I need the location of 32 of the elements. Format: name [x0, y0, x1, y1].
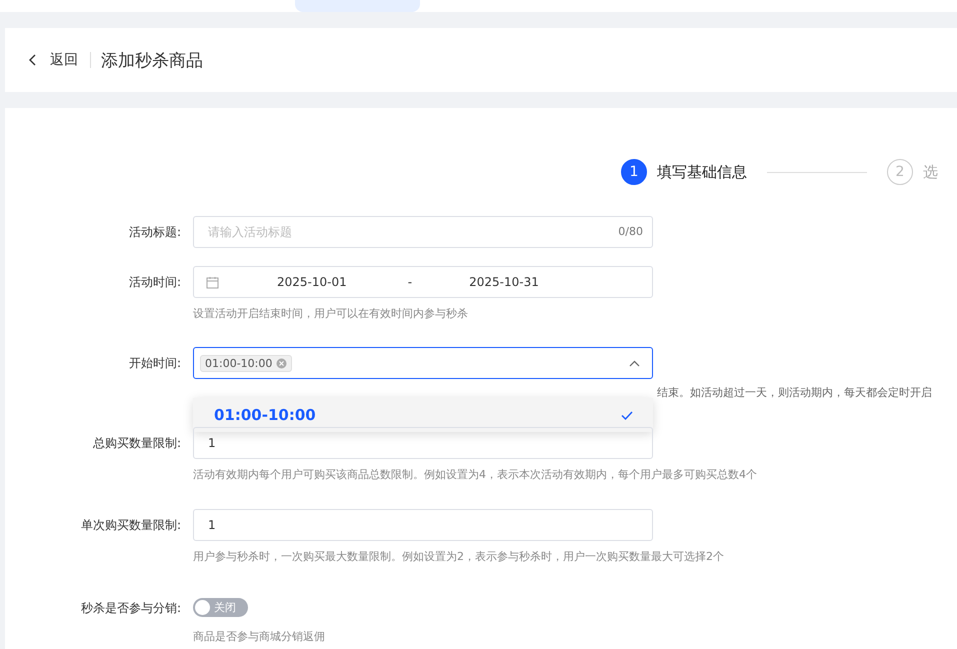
select-field[interactable]: 01:00-10:00 [193, 347, 653, 379]
form-label: 总购买数量限制: [92, 435, 181, 452]
step-label: 选 [923, 162, 938, 182]
close-icon[interactable] [276, 358, 288, 368]
input-field[interactable]: 1 [193, 509, 653, 541]
chevron-left-icon [29, 54, 37, 66]
back-button[interactable]: 返回 [29, 52, 91, 68]
hint-text: 用户参与秒杀时，一次购买最大数量限制。例如设置为2，表示参与秒杀时，用户一次购买数量最大可选择2个 [193, 549, 724, 564]
form-label: 开始时间: [128, 355, 181, 372]
step-label: 填写基础信息 [657, 162, 747, 182]
form-label: 单次购买数量限制: [80, 517, 181, 534]
hint-text: 设置活动开启结束时间，用户可以在有效时间内参与秒杀 [193, 306, 469, 321]
range-separator: - [408, 275, 412, 289]
check-icon [621, 410, 633, 420]
hint-text: 结束。如活动超过一天，则活动期内，每天都会定时开启 [656, 385, 932, 400]
end-date: 2025-10-31 [469, 275, 539, 289]
selected-tag: 01:00-10:00 [200, 354, 292, 372]
form-label: 活动标题: [128, 224, 181, 241]
input-field[interactable]: 1 [193, 427, 653, 459]
dropdown-option[interactable]: 01:00-10:00 [193, 398, 653, 432]
chevron-up-icon [629, 360, 640, 366]
char-count: 0/80 [618, 225, 643, 238]
form-label: 秒杀是否参与分销: [80, 600, 181, 617]
step-number: 2 [887, 159, 913, 185]
page-title: 添加秒杀商品 [101, 50, 203, 72]
date-range-field[interactable]: 2025-10-01 - 2025-10-31 [193, 266, 653, 298]
step-number: 1 [621, 159, 647, 185]
calendar-icon [206, 276, 219, 288]
start-date: 2025-10-01 [277, 275, 347, 289]
hint-text: 活动有效期内每个用户可购买该商品总数限制。例如设置为4，表示本次活动有效期内，每个用户最多可购买总数4个 [193, 467, 757, 482]
form-label: 活动时间: [128, 274, 181, 291]
hint-text: 商品是否参与商城分销返佣 [193, 629, 325, 644]
